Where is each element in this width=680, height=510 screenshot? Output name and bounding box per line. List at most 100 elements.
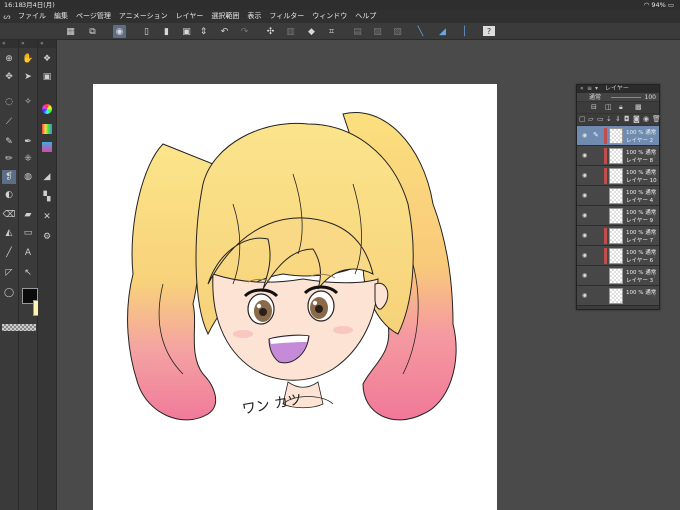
merge-icon[interactable]: ⇓: [615, 115, 621, 123]
layer-row[interactable]: ◉ 100 % 通常 ⋮: [577, 286, 659, 306]
menu-edit[interactable]: 編集: [50, 10, 72, 23]
new-file-icon[interactable]: ▯: [140, 25, 153, 38]
pen-icon[interactable]: ✎: [2, 135, 16, 149]
menu-animation[interactable]: アニメーション: [115, 10, 172, 23]
new-canvas-icon[interactable]: ⧉: [86, 25, 99, 38]
undo-icon[interactable]: ↶: [218, 25, 231, 38]
balloon-icon[interactable]: ◯: [2, 286, 16, 300]
drawing-canvas[interactable]: ワン カツ: [93, 84, 497, 510]
layer-property-icon[interactable]: ✕: [40, 210, 54, 224]
visibility-eye-icon[interactable]: ◉: [582, 172, 587, 179]
crop-icon[interactable]: ⌗: [325, 25, 338, 38]
color-layer-icon[interactable]: ▩: [635, 103, 642, 111]
settings-icon[interactable]: ⚙: [40, 230, 54, 244]
menu-filter[interactable]: フィルター: [265, 10, 308, 23]
drag-handle-icon[interactable]: ⋮: [652, 153, 657, 159]
visibility-eye-icon[interactable]: ◉: [582, 232, 587, 239]
open-file-icon[interactable]: ▮: [160, 25, 173, 38]
intermediate-color-icon[interactable]: [40, 140, 54, 154]
transfer-down-icon[interactable]: ⇣: [606, 115, 612, 123]
marker-icon[interactable]: ✒: [21, 135, 35, 149]
visibility-eye-icon[interactable]: ◉: [582, 132, 587, 139]
visibility-eye-icon[interactable]: ◉: [582, 192, 587, 199]
drag-handle-icon[interactable]: ⋮: [652, 133, 657, 139]
help-icon[interactable]: ?: [483, 26, 495, 36]
palette-collapse-icon[interactable]: «: [580, 85, 584, 93]
redo-icon[interactable]: ↷: [238, 25, 251, 38]
app-logo-icon[interactable]: ᔕ: [0, 10, 14, 23]
visibility-eye-icon[interactable]: ◉: [582, 152, 587, 159]
opacity-value[interactable]: 100: [645, 93, 656, 102]
layer-row[interactable]: ◉ 100 % 通常 レイヤー 8 ⋮: [577, 146, 659, 166]
move-icon[interactable]: ✥: [2, 70, 16, 84]
object-icon[interactable]: ➤: [21, 70, 35, 84]
drag-handle-icon[interactable]: ⋮: [652, 193, 657, 199]
menu-view[interactable]: 表示: [243, 10, 265, 23]
brush-icon[interactable]: ❡: [2, 170, 16, 184]
color-set-icon[interactable]: [40, 122, 54, 136]
transparent-color-swatch[interactable]: [2, 324, 36, 331]
export-icon[interactable]: ⇕: [197, 25, 210, 38]
sub-view-icon[interactable]: ▣: [40, 70, 54, 84]
fill-selection-icon[interactable]: ▥: [284, 25, 297, 38]
layer-row[interactable]: ◉ 100 % 通常 レイヤー 4 ⋮: [577, 186, 659, 206]
deselect-icon[interactable]: ▧: [391, 25, 404, 38]
fill-tool-icon[interactable]: ◭: [2, 226, 16, 240]
eye-icon[interactable]: ◉: [113, 25, 126, 38]
figure-icon[interactable]: ╱: [2, 246, 16, 260]
clear-icon[interactable]: ▤: [351, 25, 364, 38]
frame-icon[interactable]: ▭: [21, 226, 35, 240]
opacity-slider[interactable]: [611, 97, 641, 98]
layer-row[interactable]: ◉ 100 % 通常 レイヤー 6 ⋮: [577, 246, 659, 266]
pen-snap-icon[interactable]: │: [458, 25, 471, 38]
drag-handle-icon[interactable]: ⋮: [652, 253, 657, 259]
lasso-icon[interactable]: ✧: [21, 95, 35, 109]
layer-row[interactable]: ◉ 100 % 通常 レイヤー 9 ⋮: [577, 206, 659, 226]
zoom-icon[interactable]: ⊕: [2, 52, 16, 66]
color-wheel-icon[interactable]: [40, 102, 54, 116]
layer-row[interactable]: ◉ ✎ 100 % 通常 レイヤー 2 ⋮: [577, 126, 659, 146]
mask-icon[interactable]: ◘: [624, 115, 630, 123]
drag-handle-icon[interactable]: ⋮: [652, 273, 657, 279]
menu-file[interactable]: ファイル: [14, 10, 50, 23]
visibility-eye-icon[interactable]: ◉: [582, 272, 587, 279]
layer-palette-titlebar[interactable]: « ≡ ▾ レイヤー: [577, 85, 659, 93]
gradient-icon[interactable]: ▰: [21, 208, 35, 222]
selection-icon[interactable]: ◌: [2, 95, 16, 109]
save-icon[interactable]: ▣: [180, 25, 193, 38]
pencil-icon[interactable]: ✏: [2, 152, 16, 166]
fill-icon[interactable]: ◆: [305, 25, 318, 38]
transform-icon[interactable]: ✣: [264, 25, 277, 38]
palette-menu-icon[interactable]: ≡: [587, 85, 592, 93]
drag-handle-icon[interactable]: ⋮: [652, 233, 657, 239]
ruler-tool-icon[interactable]: ◸: [2, 266, 16, 280]
show-hide-icon[interactable]: ◉: [643, 115, 649, 123]
layer-row[interactable]: ◉ 100 % 通常 レイヤー 7 ⋮: [577, 226, 659, 246]
approximate-color-icon[interactable]: ◢: [40, 170, 54, 184]
navigator-icon[interactable]: ❖: [40, 52, 54, 66]
lock-icon[interactable]: 🔒︎: [619, 103, 623, 112]
ruler-icon[interactable]: ╲: [414, 25, 427, 38]
blend-icon[interactable]: ◐: [2, 188, 16, 202]
new-vector-layer-icon[interactable]: ▱: [588, 115, 593, 123]
drag-handle-icon[interactable]: ⋮: [652, 213, 657, 219]
drag-handle-icon[interactable]: ⋮: [652, 293, 657, 299]
snap-icon[interactable]: ◢: [436, 25, 449, 38]
menu-help[interactable]: ヘルプ: [351, 10, 380, 23]
layer-row[interactable]: ◉ 100 % 通常 レイヤー 10 ⋮: [577, 166, 659, 186]
menu-page[interactable]: ページ管理: [72, 10, 115, 23]
select-all-icon[interactable]: ▨: [371, 25, 384, 38]
text-icon[interactable]: A: [21, 246, 35, 260]
visibility-eye-icon[interactable]: ◉: [582, 252, 587, 259]
grid-icon[interactable]: ▦: [64, 25, 77, 38]
palette-close-icon[interactable]: ▾: [595, 85, 598, 93]
menu-window[interactable]: ウィンドウ: [308, 10, 351, 23]
correction-icon[interactable]: ↖: [21, 266, 35, 280]
airbrush-icon[interactable]: ⁜: [21, 152, 35, 166]
new-folder-icon[interactable]: ▭: [597, 115, 604, 123]
clip-icon[interactable]: ⊟: [591, 103, 597, 111]
layer-row[interactable]: ◉ 100 % 通常 レイヤー 3 ⋮: [577, 266, 659, 286]
visibility-eye-icon[interactable]: ◉: [582, 212, 587, 219]
eyedropper-icon[interactable]: ⟋: [2, 115, 16, 129]
drag-handle-icon[interactable]: ⋮: [652, 173, 657, 179]
